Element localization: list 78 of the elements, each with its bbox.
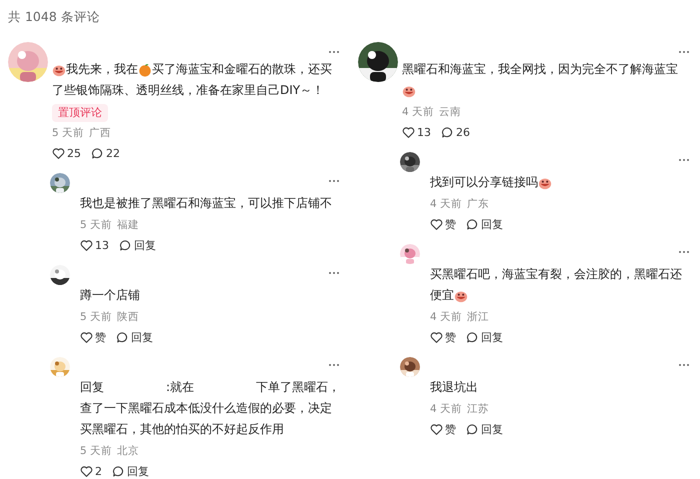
reply-button[interactable]: 回复	[119, 238, 156, 252]
comment-icon	[119, 238, 132, 252]
like-button[interactable]: 赞	[80, 330, 106, 344]
like-button[interactable]: 13	[80, 238, 109, 252]
reply-button[interactable]: 22	[91, 146, 120, 160]
heart-icon	[80, 238, 93, 252]
comment-count: 共 1048 条评论	[8, 9, 100, 24]
comment-text: 回复	[80, 379, 104, 396]
reply-button[interactable]: 回复	[466, 216, 503, 232]
more-icon[interactable]	[678, 50, 690, 54]
heart-icon	[402, 126, 415, 138]
comment-location: 北京	[117, 444, 140, 459]
comment-icon	[466, 422, 479, 436]
comment-time: 5 天前	[80, 444, 112, 459]
comment-time: 5 天前	[52, 126, 84, 141]
reply-button[interactable]: 26	[441, 126, 470, 138]
pinned-tag: 置顶评论	[52, 104, 108, 122]
heart-icon	[52, 146, 65, 160]
comment-time: 4 天前	[430, 402, 462, 417]
comment-time: 5 天前	[80, 310, 112, 325]
comment-text: 查了一下黑曜石成本低没什么造假的必要，决定	[80, 400, 332, 417]
comment-time: 5 天前	[80, 218, 112, 233]
comment-text: 找到可以分享链接吗	[430, 174, 538, 191]
comment-location: 陕西	[117, 310, 140, 325]
like-button[interactable]: 赞	[430, 330, 456, 344]
fruit-icon	[138, 62, 152, 76]
comment-location: 广西	[89, 126, 112, 141]
comment-icon	[466, 330, 479, 344]
heart-icon	[80, 330, 93, 344]
reply-button[interactable]: 回复	[466, 330, 503, 344]
more-icon[interactable]	[678, 250, 690, 254]
sticker-icon	[402, 84, 416, 98]
comment-text: 便宜	[430, 287, 454, 304]
heart-icon	[430, 330, 443, 344]
comment-text: 下单了黑曜石，	[256, 379, 340, 396]
heart-icon	[430, 422, 443, 436]
reply-button[interactable]: 回复	[112, 464, 149, 478]
comment-icon	[116, 330, 129, 344]
comment-text: 我也是被推了黑曜石和海蓝宝，可以推下店铺不	[80, 195, 332, 212]
comment-text: 买黑曜石，其他的怕买的不好起反作用	[80, 421, 284, 438]
comment-icon	[91, 146, 104, 160]
comment-text: 了些银饰隔珠、透明丝线，准备在家里自己DIY～！	[52, 82, 324, 99]
comment-text: 买黑曜石吧，海蓝宝有裂，会注胶的，黑曜石还	[430, 266, 682, 283]
comment-text: 蹲一个店铺	[80, 287, 140, 304]
comment-time: 4 天前	[430, 197, 462, 212]
reply-button[interactable]: 回复	[466, 422, 503, 436]
like-button[interactable]: 赞	[430, 216, 456, 232]
more-icon[interactable]	[328, 179, 340, 183]
sticker-icon	[538, 176, 552, 190]
more-icon[interactable]	[328, 50, 340, 54]
sticker-icon	[52, 62, 66, 76]
comment-text: 买了海蓝宝和金曜石的散珠，还买	[152, 61, 332, 78]
comment-location: 江苏	[467, 402, 490, 417]
comment-icon	[441, 126, 454, 138]
sticker-icon	[454, 288, 468, 302]
comment-text: 我先来，我在	[66, 61, 138, 78]
more-icon[interactable]	[328, 363, 340, 367]
reply-button[interactable]: 回复	[116, 330, 153, 344]
heart-icon	[430, 218, 443, 230]
more-icon[interactable]	[678, 158, 690, 162]
comment-time: 4 天前	[402, 105, 434, 120]
comment-location: 福建	[117, 218, 140, 233]
like-button[interactable]: 赞	[430, 422, 456, 436]
comment-text: :就在	[166, 379, 194, 396]
comment-text: 黑曜石和海蓝宝，我全网找，因为完全不了解海蓝宝	[402, 61, 678, 78]
comment-location: 浙江	[467, 310, 490, 325]
like-button[interactable]: 25	[52, 146, 81, 160]
comment-icon	[112, 464, 125, 478]
heart-icon	[80, 464, 93, 478]
more-icon[interactable]	[328, 271, 340, 275]
comment-location: 广东	[467, 197, 490, 212]
like-button[interactable]: 2	[80, 464, 102, 478]
more-icon[interactable]	[678, 363, 690, 367]
like-button[interactable]: 13	[402, 126, 431, 138]
comment-time: 4 天前	[430, 310, 462, 325]
comment-text: 我退坑出	[430, 379, 478, 396]
comment-icon	[466, 218, 479, 230]
comment-location: 云南	[439, 105, 462, 120]
